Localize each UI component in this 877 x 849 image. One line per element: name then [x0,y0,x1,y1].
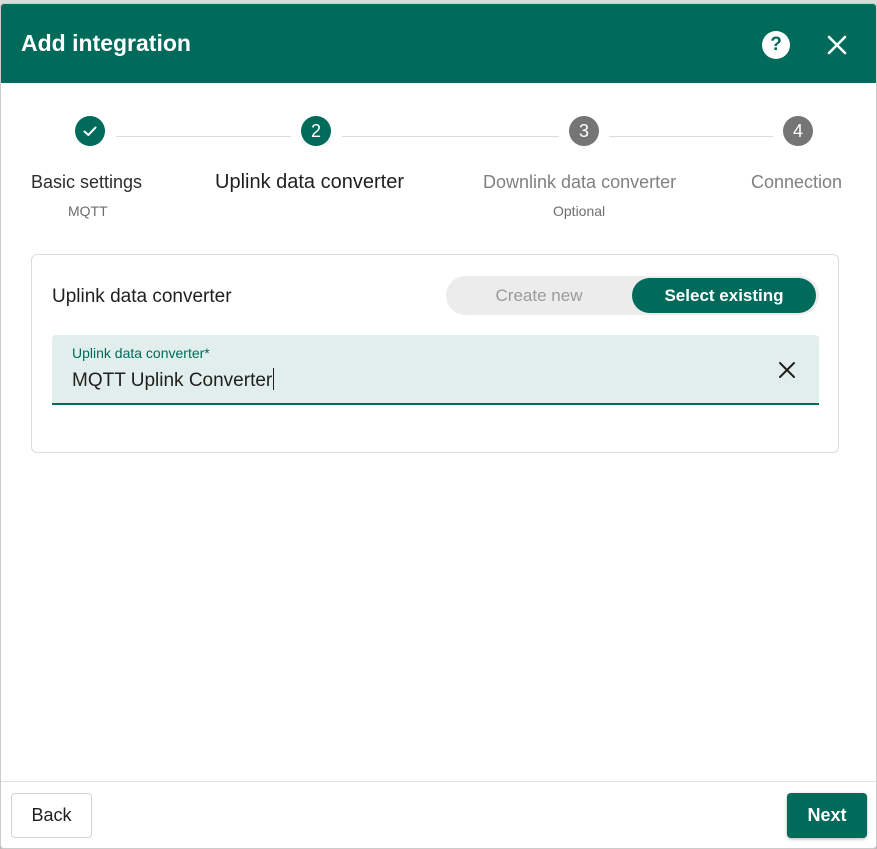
field-value-text: MQTT Uplink Converter [72,370,273,391]
dialog-title: Add integration [21,30,191,56]
create-new-option[interactable]: Create new [448,278,630,313]
step-connector [116,136,291,137]
converter-mode-toggle: Create new Select existing [446,276,819,315]
card-title: Uplink data converter [52,286,232,307]
text-caret [273,368,275,390]
step-3-sub: Optional [553,203,606,219]
help-icon[interactable]: ? [762,31,790,59]
step-2-number[interactable]: 2 [301,116,331,146]
step-1-sub: MQTT [68,203,108,219]
footer-divider [1,781,876,782]
next-button[interactable]: Next [787,793,867,838]
converter-input[interactable]: MQTT Uplink Converter [72,368,275,392]
converter-card: Uplink data converter Create new Select … [31,254,839,453]
stepper: Basic settings MQTT 2 Uplink data conver… [1,83,876,233]
field-label: Uplink data converter* [72,345,210,361]
step-3-number[interactable]: 3 [569,116,599,146]
step-1-check-icon[interactable] [75,116,105,146]
step-3-label[interactable]: Downlink data converter [483,172,676,193]
back-button[interactable]: Back [11,793,92,838]
step-4-number[interactable]: 4 [783,116,813,146]
converter-select-field[interactable]: Uplink data converter* MQTT Uplink Conve… [52,335,819,405]
dialog-header: Add integration ? [1,4,876,83]
step-connector [342,136,559,137]
step-1-label[interactable]: Basic settings [31,172,142,193]
add-integration-dialog: Add integration ? Basic settings MQTT 2 … [0,3,877,849]
step-connector [609,136,773,137]
close-icon[interactable] [823,31,851,59]
step-2-label[interactable]: Uplink data converter [215,171,404,194]
clear-icon[interactable] [774,357,800,383]
select-existing-option[interactable]: Select existing [632,278,816,313]
step-4-label[interactable]: Connection [751,172,842,193]
